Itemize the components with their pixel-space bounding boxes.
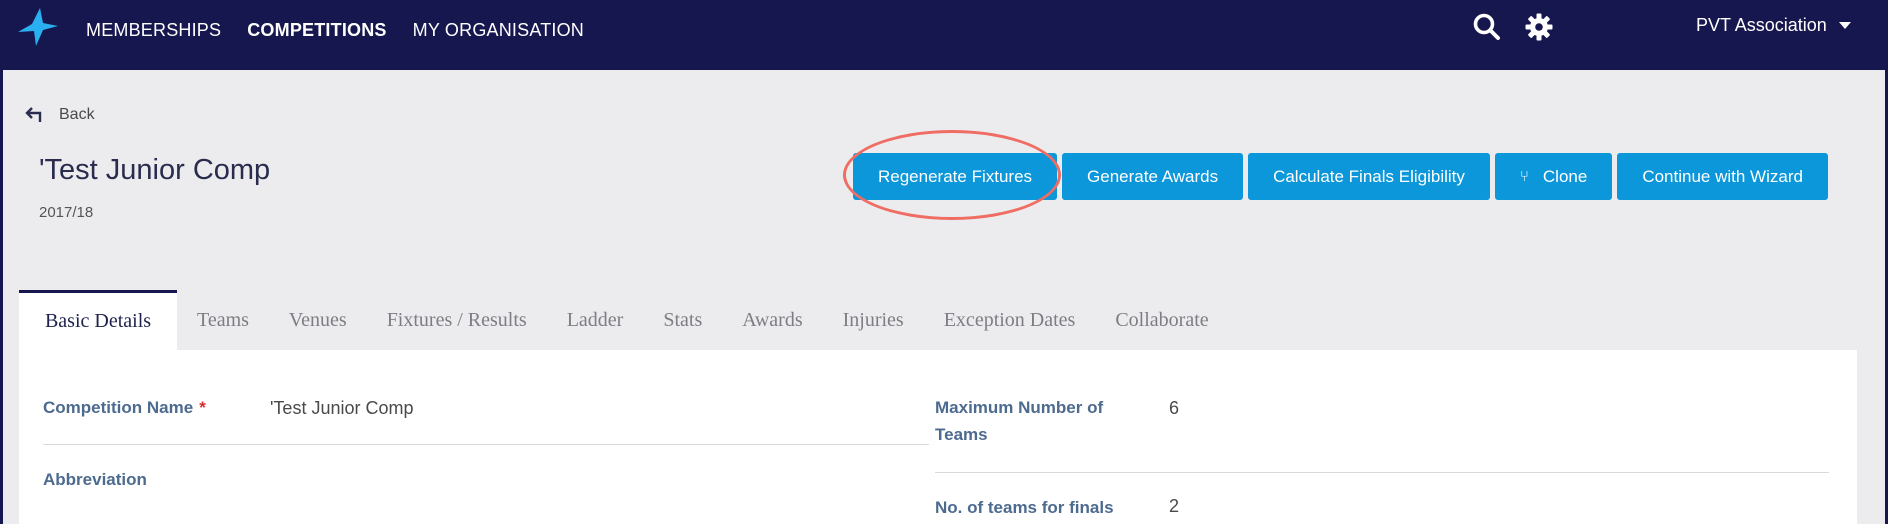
action-toolbar: Regenerate Fixtures Generate Awards Calc… bbox=[853, 153, 1833, 200]
back-label: Back bbox=[59, 106, 95, 123]
gear-icon[interactable] bbox=[1524, 12, 1554, 42]
tab-fixtures-results[interactable]: Fixtures / Results bbox=[367, 290, 547, 350]
tab-exception-dates[interactable]: Exception Dates bbox=[924, 290, 1096, 350]
nav-memberships[interactable]: MEMBERSHIPS bbox=[86, 20, 221, 41]
competition-name-label-text: Competition Name bbox=[43, 398, 194, 417]
back-link[interactable]: Back bbox=[25, 106, 95, 124]
season-label: 2017/18 bbox=[39, 204, 94, 221]
search-icon[interactable] bbox=[1472, 12, 1502, 42]
competition-name-value[interactable]: 'Test Junior Comp bbox=[270, 398, 414, 419]
finals-teams-value[interactable]: 2 bbox=[1169, 496, 1179, 517]
required-marker: * bbox=[199, 398, 206, 417]
tab-ladder[interactable]: Ladder bbox=[547, 290, 644, 350]
branch-icon: ⑂ bbox=[1519, 168, 1529, 185]
logo-star-icon[interactable] bbox=[16, 6, 60, 48]
top-navbar: MEMBERSHIPS COMPETITIONS MY ORGANISATION… bbox=[0, 0, 1888, 70]
max-teams-label: Maximum Number of Teams bbox=[935, 394, 1103, 448]
tab-bar: Basic Details Teams Venues Fixtures / Re… bbox=[19, 290, 1229, 350]
organisation-name: PVT Association bbox=[1696, 15, 1827, 35]
tab-venues[interactable]: Venues bbox=[269, 290, 367, 350]
tab-teams[interactable]: Teams bbox=[177, 290, 269, 350]
finals-teams-label: No. of teams for finals bbox=[935, 498, 1114, 517]
generate-awards-button[interactable]: Generate Awards bbox=[1062, 153, 1244, 200]
calculate-finals-eligibility-button[interactable]: Calculate Finals Eligibility bbox=[1248, 153, 1490, 200]
clone-label: Clone bbox=[1542, 166, 1588, 186]
field-divider bbox=[43, 444, 929, 445]
field-divider bbox=[935, 472, 1829, 473]
chevron-down-icon bbox=[1838, 22, 1851, 29]
max-teams-value[interactable]: 6 bbox=[1169, 398, 1179, 419]
back-arrow-icon bbox=[25, 107, 42, 122]
tab-awards[interactable]: Awards bbox=[722, 290, 822, 350]
clone-button[interactable]: ⑂ Clone bbox=[1494, 153, 1613, 200]
abbreviation-label: Abbreviation bbox=[43, 470, 147, 489]
main-content: Back 'Test Junior Comp 2017/18 Regenerat… bbox=[3, 70, 1885, 524]
main-nav: MEMBERSHIPS COMPETITIONS MY ORGANISATION bbox=[86, 0, 610, 60]
basic-details-panel: Competition Name * 'Test Junior Comp Abbr… bbox=[19, 350, 1857, 524]
regenerate-fixtures-button[interactable]: Regenerate Fixtures bbox=[853, 153, 1058, 200]
max-teams-label-line2: Teams bbox=[935, 425, 988, 444]
tab-stats[interactable]: Stats bbox=[643, 290, 722, 350]
nav-competitions[interactable]: COMPETITIONS bbox=[247, 20, 386, 41]
tab-collaborate[interactable]: Collaborate bbox=[1095, 290, 1228, 350]
tab-injuries[interactable]: Injuries bbox=[823, 290, 924, 350]
organisation-dropdown[interactable]: PVT Association bbox=[1696, 15, 1851, 36]
tab-basic-details[interactable]: Basic Details bbox=[19, 290, 177, 350]
page-title: 'Test Junior Comp bbox=[39, 154, 271, 186]
nav-my-organisation[interactable]: MY ORGANISATION bbox=[413, 20, 584, 41]
competition-name-label: Competition Name * bbox=[43, 394, 206, 421]
continue-with-wizard-button[interactable]: Continue with Wizard bbox=[1617, 153, 1828, 200]
max-teams-label-line1: Maximum Number of bbox=[935, 398, 1104, 417]
